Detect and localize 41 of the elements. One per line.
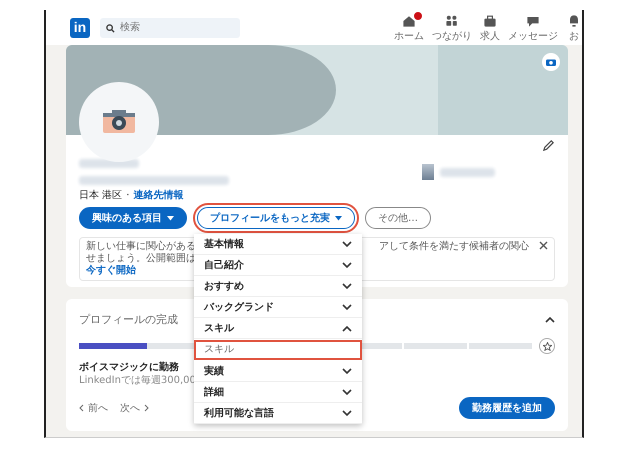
menu-section[interactable]: 実績 — [194, 361, 362, 382]
menu-item[interactable]: スキル — [194, 340, 362, 360]
chevron-left-icon — [79, 404, 84, 412]
search-field[interactable]: 検索 — [100, 18, 240, 38]
edit-cover-button[interactable] — [542, 53, 560, 71]
menu-section[interactable]: 自己紹介 — [194, 255, 362, 276]
briefcase-icon — [482, 12, 498, 28]
redacted-company — [440, 168, 495, 176]
next-button[interactable]: 次へ — [120, 401, 149, 416]
camera-icon — [546, 58, 556, 66]
menu-section[interactable]: おすすめ — [194, 276, 362, 297]
notice-text: アして条件を満たす候補者の関心 — [379, 241, 529, 253]
profile-action-button[interactable]: その他… — [365, 207, 431, 229]
start-now-link[interactable]: 今すぐ開始 — [86, 265, 196, 277]
nav-item[interactable]: 求人 — [480, 12, 500, 42]
company-logo — [422, 164, 434, 180]
menu-section[interactable]: 詳細 — [194, 382, 362, 403]
pencil-icon[interactable] — [542, 139, 555, 152]
menu-section[interactable]: 利用可能な言語 — [194, 403, 362, 424]
card-title: プロフィールの完成 — [79, 313, 178, 326]
nav-item[interactable]: ホーム — [394, 12, 424, 42]
close-button[interactable] — [539, 241, 548, 250]
suggestion-title: ボイスマジックに勤務 — [79, 362, 179, 374]
chevron-right-icon — [144, 404, 149, 412]
location-text: 日本 港区 — [79, 190, 122, 202]
menu-section[interactable]: スキル — [194, 318, 362, 339]
profile-action-button[interactable]: 興味のある項目 — [79, 207, 187, 229]
star-button[interactable] — [539, 338, 555, 354]
nav-item[interactable]: メッセージ — [508, 12, 558, 42]
menu-section[interactable]: 基本情報 — [194, 234, 362, 255]
separator-dot: · — [126, 190, 130, 202]
camera-icon — [102, 109, 136, 135]
nav-item[interactable]: つながり — [432, 12, 472, 42]
add-experience-button[interactable]: 勤務履歴を追加 — [459, 397, 555, 420]
nav-item[interactable]: お — [566, 12, 582, 42]
menu-section[interactable]: バックグランド — [194, 297, 362, 318]
close-icon — [539, 241, 548, 250]
logo[interactable]: in — [70, 18, 90, 38]
contact-info-link[interactable]: 連絡先情報 — [133, 190, 184, 202]
previous-button[interactable]: 前へ — [79, 401, 108, 416]
star-icon — [542, 342, 552, 351]
